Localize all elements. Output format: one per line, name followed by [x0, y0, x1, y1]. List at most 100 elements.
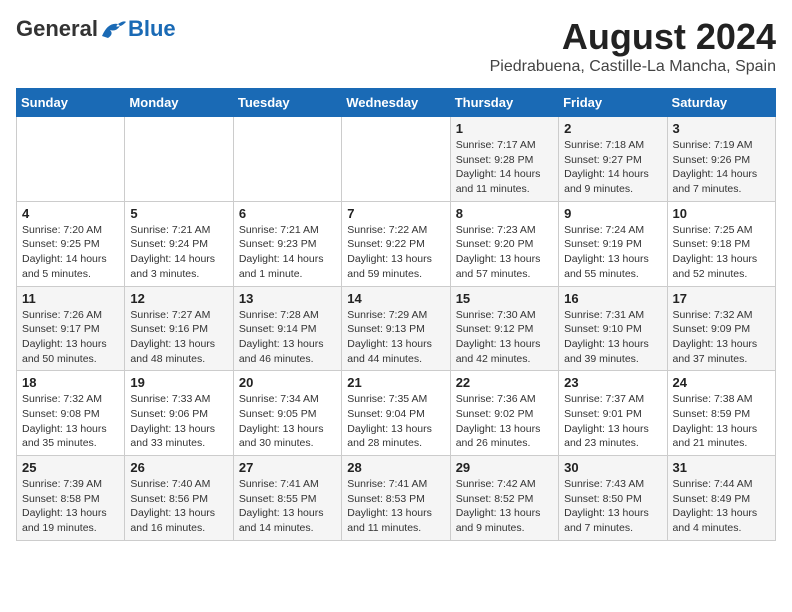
calendar-cell: 20Sunrise: 7:34 AMSunset: 9:05 PMDayligh… — [233, 371, 341, 456]
day-number: 18 — [22, 375, 119, 390]
day-info: Sunrise: 7:32 AMSunset: 9:08 PMDaylight:… — [22, 392, 119, 451]
day-info: Sunrise: 7:21 AMSunset: 9:24 PMDaylight:… — [130, 223, 227, 282]
calendar-cell: 7 Sunrise: 7:22 AMSunset: 9:22 PMDaylight… — [342, 201, 450, 286]
calendar-cell: 4 Sunrise: 7:20 AMSunset: 9:25 PMDaylight… — [17, 201, 125, 286]
day-info: Sunrise: 7:25 AMSunset: 9:18 PMDaylight:… — [673, 223, 770, 282]
day-info: Sunrise: 7:29 AMSunset: 9:13 PMDaylight:… — [347, 308, 444, 367]
day-info: Sunrise: 7:41 AMSunset: 8:53 PMDaylight:… — [347, 477, 444, 536]
day-info: Sunrise: 7:43 AMSunset: 8:50 PMDaylight:… — [564, 477, 661, 536]
day-info: Sunrise: 7:42 AMSunset: 8:52 PMDaylight:… — [456, 477, 553, 536]
day-number: 4 — [22, 206, 119, 221]
title-block: August 2024 Piedrabuena, Castille-La Man… — [490, 16, 776, 76]
logo-blue: Blue — [128, 16, 176, 42]
calendar-week-4: 18 Sunrise: 7:32 AMSunset: 9:08 PMDayligh… — [17, 371, 776, 456]
day-number: 12 — [130, 291, 227, 306]
day-number: 13 — [239, 291, 336, 306]
day-number: 3 — [673, 121, 770, 136]
calendar-cell: 21 Sunrise: 7:35 AMSunset: 9:04 PMDayligh… — [342, 371, 450, 456]
calendar-cell: 24Sunrise: 7:38 AMSunset: 8:59 PMDayligh… — [667, 371, 775, 456]
weekday-row: SundayMondayTuesdayWednesdayThursdayFrid… — [17, 89, 776, 117]
day-number: 25 — [22, 460, 119, 475]
day-number: 30 — [564, 460, 661, 475]
day-info: Sunrise: 7:26 AMSunset: 9:17 PMDaylight:… — [22, 308, 119, 367]
calendar-table: SundayMondayTuesdayWednesdayThursdayFrid… — [16, 88, 776, 541]
calendar-week-1: 1Sunrise: 7:17 AMSunset: 9:28 PMDaylight… — [17, 117, 776, 202]
weekday-header-saturday: Saturday — [667, 89, 775, 117]
day-info: Sunrise: 7:31 AMSunset: 9:10 PMDaylight:… — [564, 308, 661, 367]
calendar-cell: 6Sunrise: 7:21 AMSunset: 9:23 PMDaylight… — [233, 201, 341, 286]
day-info: Sunrise: 7:17 AMSunset: 9:28 PMDaylight:… — [456, 138, 553, 197]
calendar-cell: 15 Sunrise: 7:30 AMSunset: 9:12 PMDayligh… — [450, 286, 558, 371]
calendar-cell — [125, 117, 233, 202]
calendar-cell: 13 Sunrise: 7:28 AMSunset: 9:14 PMDayligh… — [233, 286, 341, 371]
weekday-header-sunday: Sunday — [17, 89, 125, 117]
day-info: Sunrise: 7:37 AMSunset: 9:01 PMDaylight:… — [564, 392, 661, 451]
day-info: Sunrise: 7:40 AMSunset: 8:56 PMDaylight:… — [130, 477, 227, 536]
day-info: Sunrise: 7:23 AMSunset: 9:20 PMDaylight:… — [456, 223, 553, 282]
day-info: Sunrise: 7:44 AMSunset: 8:49 PMDaylight:… — [673, 477, 770, 536]
calendar-cell: 2Sunrise: 7:18 AMSunset: 9:27 PMDaylight… — [559, 117, 667, 202]
day-info: Sunrise: 7:41 AMSunset: 8:55 PMDaylight:… — [239, 477, 336, 536]
day-info: Sunrise: 7:22 AMSunset: 9:22 PMDaylight:… — [347, 223, 444, 282]
day-number: 24 — [673, 375, 770, 390]
calendar-cell: 18 Sunrise: 7:32 AMSunset: 9:08 PMDayligh… — [17, 371, 125, 456]
day-number: 14 — [347, 291, 444, 306]
weekday-header-friday: Friday — [559, 89, 667, 117]
calendar-cell: 31 Sunrise: 7:44 AMSunset: 8:49 PMDayligh… — [667, 456, 775, 541]
logo-general: General — [16, 16, 98, 42]
calendar-cell: 28 Sunrise: 7:41 AMSunset: 8:53 PMDayligh… — [342, 456, 450, 541]
calendar-cell: 30 Sunrise: 7:43 AMSunset: 8:50 PMDayligh… — [559, 456, 667, 541]
calendar-week-3: 11 Sunrise: 7:26 AMSunset: 9:17 PMDayligh… — [17, 286, 776, 371]
day-number: 19 — [130, 375, 227, 390]
day-number: 27 — [239, 460, 336, 475]
day-info: Sunrise: 7:18 AMSunset: 9:27 PMDaylight:… — [564, 138, 661, 197]
day-info: Sunrise: 7:33 AMSunset: 9:06 PMDaylight:… — [130, 392, 227, 451]
calendar-cell: 5 Sunrise: 7:21 AMSunset: 9:24 PMDaylight… — [125, 201, 233, 286]
page-header: General Blue August 2024 Piedrabuena, Ca… — [16, 16, 776, 76]
day-number: 6 — [239, 206, 336, 221]
day-info: Sunrise: 7:20 AMSunset: 9:25 PMDaylight:… — [22, 223, 119, 282]
weekday-header-wednesday: Wednesday — [342, 89, 450, 117]
day-number: 16 — [564, 291, 661, 306]
day-number: 26 — [130, 460, 227, 475]
calendar-cell: 27 Sunrise: 7:41 AMSunset: 8:55 PMDayligh… — [233, 456, 341, 541]
calendar-week-5: 25Sunrise: 7:39 AMSunset: 8:58 PMDayligh… — [17, 456, 776, 541]
day-number: 17 — [673, 291, 770, 306]
calendar-cell: 11 Sunrise: 7:26 AMSunset: 9:17 PMDayligh… — [17, 286, 125, 371]
weekday-header-thursday: Thursday — [450, 89, 558, 117]
day-info: Sunrise: 7:36 AMSunset: 9:02 PMDaylight:… — [456, 392, 553, 451]
day-number: 28 — [347, 460, 444, 475]
day-info: Sunrise: 7:27 AMSunset: 9:16 PMDaylight:… — [130, 308, 227, 367]
calendar-cell: 25Sunrise: 7:39 AMSunset: 8:58 PMDayligh… — [17, 456, 125, 541]
day-number: 5 — [130, 206, 227, 221]
logo: General Blue — [16, 16, 176, 42]
calendar-cell: 19 Sunrise: 7:33 AMSunset: 9:06 PMDayligh… — [125, 371, 233, 456]
calendar-cell: 26 Sunrise: 7:40 AMSunset: 8:56 PMDayligh… — [125, 456, 233, 541]
day-number: 20 — [239, 375, 336, 390]
calendar-cell: 22Sunrise: 7:36 AMSunset: 9:02 PMDayligh… — [450, 371, 558, 456]
calendar-cell — [233, 117, 341, 202]
calendar-cell: 8 Sunrise: 7:23 AMSunset: 9:20 PMDaylight… — [450, 201, 558, 286]
day-number: 23 — [564, 375, 661, 390]
day-number: 21 — [347, 375, 444, 390]
calendar-cell: 29Sunrise: 7:42 AMSunset: 8:52 PMDayligh… — [450, 456, 558, 541]
calendar-cell — [342, 117, 450, 202]
calendar-header: SundayMondayTuesdayWednesdayThursdayFrid… — [17, 89, 776, 117]
day-number: 7 — [347, 206, 444, 221]
day-info: Sunrise: 7:30 AMSunset: 9:12 PMDaylight:… — [456, 308, 553, 367]
calendar-week-2: 4 Sunrise: 7:20 AMSunset: 9:25 PMDaylight… — [17, 201, 776, 286]
calendar-cell: 14 Sunrise: 7:29 AMSunset: 9:13 PMDayligh… — [342, 286, 450, 371]
day-info: Sunrise: 7:35 AMSunset: 9:04 PMDaylight:… — [347, 392, 444, 451]
day-number: 15 — [456, 291, 553, 306]
day-number: 11 — [22, 291, 119, 306]
day-info: Sunrise: 7:32 AMSunset: 9:09 PMDaylight:… — [673, 308, 770, 367]
day-info: Sunrise: 7:24 AMSunset: 9:19 PMDaylight:… — [564, 223, 661, 282]
day-number: 8 — [456, 206, 553, 221]
day-number: 9 — [564, 206, 661, 221]
day-number: 31 — [673, 460, 770, 475]
logo-bird-icon — [100, 18, 128, 40]
day-number: 10 — [673, 206, 770, 221]
day-info: Sunrise: 7:28 AMSunset: 9:14 PMDaylight:… — [239, 308, 336, 367]
weekday-header-tuesday: Tuesday — [233, 89, 341, 117]
calendar-cell — [17, 117, 125, 202]
